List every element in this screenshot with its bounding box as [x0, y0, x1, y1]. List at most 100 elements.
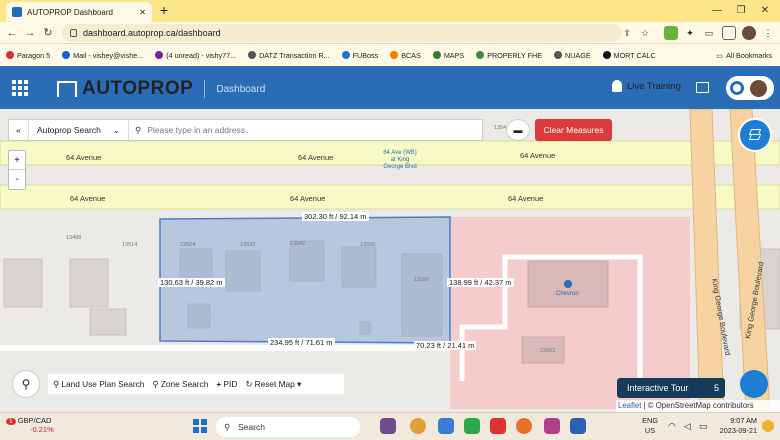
gas-station-icon [564, 280, 572, 288]
bookmark-label: BCAS [401, 50, 421, 60]
notification-badge: 1 [6, 418, 16, 425]
bookmark-item[interactable]: MORT CALC [602, 51, 656, 60]
bookmark-label: PROPERLY FHE [487, 50, 543, 60]
bookmark-item[interactable]: NUAGE [554, 51, 591, 60]
close-window-icon[interactable]: ✕ [754, 2, 776, 20]
chrome-icon[interactable] [410, 418, 426, 434]
bookmark-item[interactable]: Mail - vishey@vishe... [62, 51, 143, 60]
interactive-tour-button[interactable]: Interactive Tour 5 [617, 378, 725, 398]
zoom-in-button[interactable]: + [9, 151, 25, 170]
app-icon[interactable] [544, 418, 560, 434]
reset-map-button[interactable]: ↻ Reset Map ▾ [245, 379, 301, 389]
lock-icon [70, 29, 77, 37]
share-icon[interactable]: ⇪ [620, 26, 634, 40]
leaflet-link[interactable]: Leaflet [618, 401, 641, 410]
address-search-input[interactable]: ⚲ Please type in an address. [129, 125, 482, 136]
reset-map-label: Reset Map [254, 379, 295, 389]
taskbar-search[interactable]: ⚲ Search [216, 417, 360, 437]
app-icon[interactable] [438, 418, 454, 434]
system-clock[interactable]: 9:07 AM 2023-09-21 [713, 416, 757, 436]
user-menu[interactable] [726, 76, 774, 100]
battery-icon[interactable]: ▭ [699, 421, 708, 432]
minimize-icon[interactable]: — [706, 2, 728, 20]
back-icon[interactable]: ← [4, 25, 20, 41]
gear-icon[interactable] [730, 81, 744, 95]
whatsapp-icon[interactable] [464, 418, 480, 434]
bus-stop-label: 64 Ave (WB) at King George Blvd [383, 150, 417, 170]
clear-measures-button[interactable]: Clear Measures [535, 119, 612, 141]
zoom-out-button[interactable]: - [9, 170, 25, 189]
wifi-icon[interactable]: ◠ [668, 421, 676, 432]
windows-start-icon[interactable] [193, 419, 207, 433]
clock-time: 9:07 AM [730, 416, 757, 425]
maximize-icon[interactable]: ❐ [730, 2, 752, 20]
star-icon[interactable]: ☆ [638, 26, 652, 40]
bookmark-item[interactable]: Paragon 5 [6, 51, 50, 60]
all-bookmarks-label: All Bookmarks [726, 50, 772, 60]
bookmark-favicon-icon [62, 51, 71, 59]
url-text: dashboard.autoprop.ca/dashboard [83, 28, 221, 38]
language-indicator[interactable]: ENG US [640, 416, 660, 436]
measure-label: 234.95 ft / 71.61 m [268, 338, 335, 347]
land-use-label: Land Use Plan Search [61, 379, 145, 389]
close-tab-icon[interactable]: ✕ [139, 8, 146, 17]
profile-avatar[interactable] [742, 26, 756, 40]
new-tab-button[interactable]: + [156, 3, 172, 19]
location-pin-icon[interactable]: ⚲ [12, 370, 40, 398]
lang-code: ENG [642, 416, 658, 425]
collapse-panel-button[interactable]: « [9, 120, 29, 140]
ticker-widget[interactable]: 1 GBP/CAD -0.21% [6, 416, 54, 434]
app-logo[interactable]: AUTOPROP Dashboard [57, 78, 265, 100]
url-bar[interactable]: dashboard.autoprop.ca/dashboard [62, 24, 622, 42]
taskview-icon[interactable] [380, 418, 396, 434]
poi-label: Chevron [556, 291, 579, 297]
forward-icon[interactable]: → [22, 25, 38, 41]
live-training-button[interactable]: Live Training [612, 80, 681, 92]
bookmarks-bar: Paragon 5 Mail - vishey@vishe... (4 unre… [0, 44, 780, 66]
road-label: 64 Avenue [66, 153, 101, 162]
search-mode-select[interactable]: Autoprop Search ⌄ [29, 120, 129, 140]
folder-icon[interactable] [696, 82, 709, 93]
bookmark-label: Paragon 5 [17, 50, 51, 60]
zone-search-button[interactable]: ⚲ Zone Search [152, 379, 208, 389]
extensions-puzzle-icon[interactable]: ✦ [683, 26, 697, 40]
autoprop-favicon-icon [12, 7, 22, 17]
bookmark-item[interactable]: MAPS [432, 51, 464, 60]
measure-label: 138.99 ft / 42.37 m [447, 278, 514, 287]
notifications-icon[interactable] [762, 420, 774, 432]
tour-label: Interactive Tour [627, 383, 689, 393]
avatar[interactable] [750, 79, 767, 97]
side-panel-icon[interactable] [722, 26, 736, 40]
measure-ruler-icon[interactable]: ▬ [506, 119, 530, 141]
reload-icon[interactable]: ↻ [40, 25, 56, 41]
osm-link[interactable]: © OpenStreetMap contributors [648, 401, 754, 410]
land-use-plan-search-button[interactable]: ⚲ Land Use Plan Search [53, 379, 144, 389]
lot-number: 13550 [360, 242, 375, 248]
word-icon[interactable] [570, 418, 586, 434]
bookmark-item[interactable]: DATZ Transaction R... [248, 51, 330, 60]
bookmark-label: (4 unread) - vishy77... [166, 50, 237, 60]
os-taskbar: 1 GBP/CAD -0.21% ⚲ Search ENG US ◠ ◁ ▭ 9… [0, 412, 780, 440]
reading-list-icon[interactable]: ▭ [702, 26, 716, 40]
extension-green-icon[interactable] [664, 26, 678, 40]
chevron-down-icon: ⌄ [112, 125, 120, 135]
bookmark-label: NUAGE [565, 50, 591, 60]
browser-tab[interactable]: AUTOPROP Dashboard ✕ [6, 2, 152, 22]
apps-grid-icon[interactable] [12, 80, 28, 96]
lot-number: 13514 [122, 242, 137, 248]
firefox-icon[interactable] [516, 418, 532, 434]
taskbar-search-label: Search [238, 422, 265, 432]
menu-kebab-icon[interactable]: ⋮ [761, 26, 775, 40]
bookmark-item[interactable]: FUBoss [341, 51, 378, 60]
layers-icon[interactable] [738, 118, 772, 152]
map-canvas[interactable]: 64 Avenue 64 Avenue 64 Avenue 64 Avenue … [0, 109, 780, 412]
chat-icon[interactable] [740, 370, 768, 398]
bookmark-item[interactable]: BCAS [390, 51, 421, 60]
live-training-label: Live Training [627, 80, 681, 92]
volume-icon[interactable]: ◁ [684, 421, 691, 432]
app-icon[interactable] [490, 418, 506, 434]
bookmark-item[interactable]: PROPERLY FHE [476, 51, 542, 60]
all-bookmarks-button[interactable]: ▭ All Bookmarks [716, 51, 772, 60]
bookmark-item[interactable]: (4 unread) - vishy77... [155, 51, 236, 60]
pid-button[interactable]: + PID [216, 379, 237, 389]
